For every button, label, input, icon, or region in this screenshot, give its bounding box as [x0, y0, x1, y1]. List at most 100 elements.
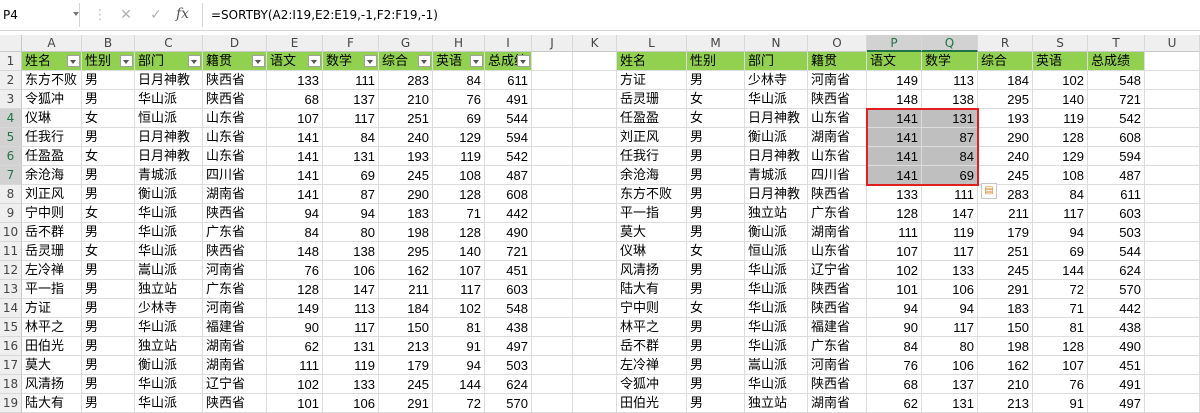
table-cell[interactable]: 108 [433, 166, 485, 185]
table-cell[interactable]: 仪琳 [617, 242, 687, 261]
empty-cell[interactable] [573, 299, 617, 318]
table-cell[interactable]: 133 [922, 261, 978, 280]
table-cell[interactable]: 独立站 [135, 280, 203, 299]
table-cell[interactable]: 女 [82, 204, 135, 223]
table-cell[interactable]: 141 [867, 128, 922, 147]
row-header-5[interactable]: 5 [0, 128, 22, 147]
row-header-6[interactable]: 6 [0, 147, 22, 166]
table-cell[interactable]: 华山派 [135, 375, 203, 394]
table-cell[interactable]: 128 [867, 204, 922, 223]
filter-dropdown-icon[interactable] [308, 55, 321, 67]
table-cell[interactable]: 138 [922, 90, 978, 109]
table-cell[interactable]: 仪琳 [22, 109, 82, 128]
table-cell[interactable]: 日月神教 [745, 185, 808, 204]
table-cell[interactable]: 男 [687, 128, 745, 147]
empty-cell[interactable] [532, 261, 573, 280]
table-cell[interactable]: 491 [1088, 375, 1145, 394]
column-header-u[interactable]: U [1145, 35, 1200, 52]
table-cell[interactable]: 111 [267, 356, 323, 375]
table-cell[interactable]: 102 [1033, 71, 1088, 90]
empty-cell[interactable] [532, 185, 573, 204]
row-header-15[interactable]: 15 [0, 318, 22, 337]
table-cell[interactable]: 71 [1033, 299, 1088, 318]
table-cell[interactable]: 81 [1033, 318, 1088, 337]
empty-cell[interactable] [532, 147, 573, 166]
table-cell[interactable]: 91 [433, 337, 485, 356]
empty-cell[interactable] [573, 223, 617, 242]
table-cell[interactable]: 田伯光 [22, 337, 82, 356]
filter-dropdown-icon[interactable] [418, 55, 431, 67]
table-cell[interactable]: 128 [1033, 128, 1088, 147]
table-cell[interactable]: 恒山派 [135, 109, 203, 128]
empty-cell[interactable] [532, 90, 573, 109]
table-cell[interactable]: 141 [267, 128, 323, 147]
table-cell[interactable]: 男 [687, 223, 745, 242]
cancel-icon[interactable]: ✕ [116, 6, 136, 24]
table-cell[interactable]: 608 [1088, 128, 1145, 147]
table-cell[interactable]: 106 [922, 356, 978, 375]
table-cell[interactable]: 任盈盈 [22, 147, 82, 166]
table-cell[interactable]: 陕西省 [808, 280, 867, 299]
table-cell[interactable]: 林平之 [22, 318, 82, 337]
table-cell[interactable]: 608 [485, 185, 532, 204]
table-cell[interactable]: 624 [1088, 261, 1145, 280]
table-cell[interactable]: 女 [82, 242, 135, 261]
table-cell[interactable]: 69 [922, 166, 978, 185]
table-cell[interactable]: 141 [867, 109, 922, 128]
select-all-corner[interactable] [0, 35, 22, 52]
row-header-14[interactable]: 14 [0, 299, 22, 318]
table-cell[interactable]: 611 [485, 71, 532, 90]
left-table-header-cell[interactable]: 总成绩 [485, 52, 532, 71]
table-cell[interactable]: 陕西省 [808, 375, 867, 394]
table-cell[interactable]: 男 [82, 375, 135, 394]
table-cell[interactable]: 76 [433, 90, 485, 109]
table-cell[interactable]: 男 [82, 90, 135, 109]
table-cell[interactable]: 宁中则 [22, 204, 82, 223]
table-cell[interactable]: 111 [867, 223, 922, 242]
table-cell[interactable]: 128 [267, 280, 323, 299]
table-cell[interactable]: 94 [433, 356, 485, 375]
empty-cell[interactable] [532, 109, 573, 128]
table-cell[interactable]: 128 [433, 223, 485, 242]
table-cell[interactable]: 山东省 [203, 109, 267, 128]
table-cell[interactable]: 137 [922, 375, 978, 394]
table-cell[interactable]: 陕西省 [808, 185, 867, 204]
table-cell[interactable]: 女 [687, 90, 745, 109]
table-cell[interactable]: 594 [485, 128, 532, 147]
table-cell[interactable]: 河南省 [203, 299, 267, 318]
table-cell[interactable]: 119 [433, 147, 485, 166]
empty-cell[interactable] [573, 128, 617, 147]
row-header-11[interactable]: 11 [0, 242, 22, 261]
empty-cell[interactable] [1145, 147, 1200, 166]
table-cell[interactable]: 183 [978, 299, 1033, 318]
name-box-dropdown-icon[interactable] [73, 12, 79, 16]
table-cell[interactable]: 男 [82, 261, 135, 280]
table-cell[interactable]: 107 [1033, 356, 1088, 375]
table-cell[interactable]: 女 [82, 109, 135, 128]
table-cell[interactable]: 117 [323, 109, 379, 128]
row-header-12[interactable]: 12 [0, 261, 22, 280]
confirm-icon[interactable]: ✓ [146, 6, 166, 24]
table-cell[interactable]: 衡山派 [135, 185, 203, 204]
empty-cell[interactable] [573, 185, 617, 204]
table-cell[interactable]: 风清扬 [617, 261, 687, 280]
table-cell[interactable]: 490 [485, 223, 532, 242]
table-cell[interactable]: 华山派 [745, 299, 808, 318]
table-cell[interactable]: 陕西省 [203, 204, 267, 223]
empty-cell[interactable] [532, 318, 573, 337]
table-cell[interactable]: 117 [922, 318, 978, 337]
table-cell[interactable]: 245 [978, 261, 1033, 280]
empty-cell[interactable] [1145, 356, 1200, 375]
row-header-1[interactable]: 1 [0, 52, 22, 71]
table-cell[interactable]: 东方不败 [22, 71, 82, 90]
empty-cell[interactable] [532, 52, 573, 71]
table-cell[interactable]: 183 [379, 204, 433, 223]
table-cell[interactable]: 陕西省 [808, 90, 867, 109]
table-cell[interactable]: 295 [379, 242, 433, 261]
table-cell[interactable]: 106 [922, 280, 978, 299]
table-cell[interactable]: 240 [978, 147, 1033, 166]
table-cell[interactable]: 福建省 [203, 318, 267, 337]
table-cell[interactable]: 华山派 [745, 261, 808, 280]
table-cell[interactable]: 503 [485, 356, 532, 375]
empty-cell[interactable] [573, 356, 617, 375]
